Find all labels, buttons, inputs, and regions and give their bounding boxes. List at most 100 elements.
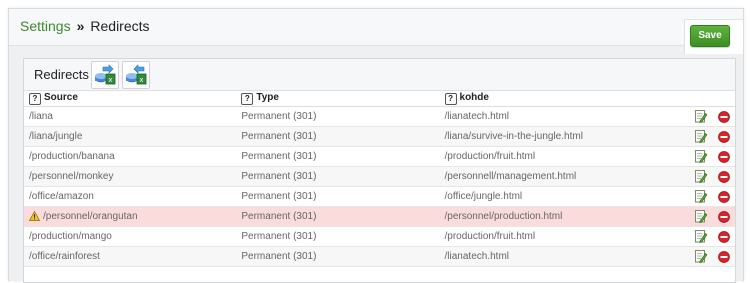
- help-icon[interactable]: ?: [444, 93, 457, 105]
- delete-icon[interactable]: [717, 150, 730, 163]
- export-button[interactable]: x: [122, 61, 150, 89]
- target-cell: /office/jungle.html: [439, 186, 690, 207]
- column-delete: [712, 91, 735, 107]
- target-text: /production/fruit.html: [444, 151, 536, 162]
- type-text: Permanent (301): [241, 251, 317, 262]
- redirects-table: ? Source ? Type ? kohde /liana Permanent (3…: [24, 91, 735, 267]
- svg-text:x: x: [108, 76, 112, 84]
- target-cell: /lianatech.html: [439, 246, 690, 267]
- target-cell: /personnell/management.html: [439, 166, 690, 187]
- type-text: Permanent (301): [241, 171, 317, 182]
- table-row[interactable]: /liana Permanent (301) /lianatech.html: [24, 106, 735, 127]
- delete-icon[interactable]: [717, 210, 730, 223]
- edit-icon[interactable]: [695, 190, 708, 203]
- column-type-label: Type: [256, 92, 279, 103]
- page: Settings » Redirects Save Redirects x x ?…: [8, 8, 744, 283]
- source-text: /production/banana: [29, 151, 115, 162]
- edit-icon[interactable]: [695, 130, 708, 143]
- source-cell: /office/rainforest: [24, 246, 237, 267]
- type-cell: Permanent (301): [236, 226, 440, 247]
- delete-icon[interactable]: [717, 170, 730, 183]
- edit-icon[interactable]: [695, 210, 708, 223]
- target-cell: /production/fruit.html: [439, 146, 690, 167]
- delete-cell: [712, 126, 735, 147]
- source-cell: /production/banana: [24, 146, 237, 167]
- column-source[interactable]: ? Source: [24, 91, 237, 107]
- edit-icon[interactable]: [695, 150, 708, 163]
- breadcrumb-settings-link[interactable]: Settings: [20, 18, 71, 34]
- type-cell: Permanent (301): [236, 186, 440, 207]
- edit-cell: [689, 226, 713, 247]
- type-text: Permanent (301): [241, 211, 317, 222]
- page-title: Redirects: [90, 18, 150, 34]
- target-text: /office/jungle.html: [444, 191, 523, 202]
- edit-cell: [689, 166, 713, 187]
- source-cell: /liana: [24, 106, 237, 127]
- source-cell: /liana/jungle: [24, 126, 237, 147]
- edit-icon[interactable]: [695, 110, 708, 123]
- type-text: Permanent (301): [241, 231, 317, 242]
- column-target-label: kohde: [459, 92, 489, 103]
- save-area: Save: [684, 19, 743, 54]
- delete-icon[interactable]: [717, 110, 730, 123]
- table-row[interactable]: /personnel/orangutan Permanent (301) /pe…: [24, 206, 735, 227]
- target-text: /personnel/production.html: [444, 211, 563, 222]
- svg-text:x: x: [139, 76, 143, 84]
- table-row[interactable]: /office/rainforest Permanent (301) /lian…: [24, 246, 735, 267]
- target-cell: /personnel/production.html: [439, 206, 690, 227]
- delete-cell: [712, 206, 735, 227]
- target-cell: /production/fruit.html: [439, 226, 690, 247]
- type-text: Permanent (301): [241, 131, 317, 142]
- help-icon[interactable]: ?: [241, 93, 254, 105]
- source-cell: /production/mango: [24, 226, 237, 247]
- table-row[interactable]: /production/banana Permanent (301) /prod…: [24, 146, 735, 167]
- save-button[interactable]: Save: [690, 25, 730, 47]
- edit-icon[interactable]: [695, 250, 708, 263]
- edit-cell: [689, 146, 713, 167]
- edit-cell: [689, 246, 713, 267]
- import-button[interactable]: x: [91, 61, 119, 89]
- delete-icon[interactable]: [717, 190, 730, 203]
- edit-icon[interactable]: [695, 230, 708, 243]
- table-row[interactable]: /office/amazon Permanent (301) /office/j…: [24, 186, 735, 207]
- table-row[interactable]: /personnel/monkey Permanent (301) /perso…: [24, 166, 735, 187]
- source-cell: /office/amazon: [24, 186, 237, 207]
- type-text: Permanent (301): [241, 111, 317, 122]
- target-text: /production/fruit.html: [444, 231, 536, 242]
- source-text: /liana/jungle: [29, 131, 83, 142]
- delete-cell: [712, 146, 735, 167]
- column-source-label: Source: [44, 92, 78, 103]
- delete-icon[interactable]: [717, 130, 730, 143]
- table-row[interactable]: /liana/jungle Permanent (301) /liana/sur…: [24, 126, 735, 147]
- source-text: /personnel/monkey: [29, 171, 114, 182]
- source-text: /production/mango: [29, 231, 112, 242]
- table-header-row: ? Source ? Type ? kohde: [24, 91, 735, 107]
- edit-cell: [689, 186, 713, 207]
- export-excel-icon: x: [126, 64, 147, 85]
- delete-icon[interactable]: [717, 230, 730, 243]
- source-text: /liana: [29, 111, 53, 122]
- type-cell: Permanent (301): [236, 106, 440, 127]
- breadcrumb: Settings » Redirects: [20, 18, 150, 34]
- delete-cell: [712, 226, 735, 247]
- type-cell: Permanent (301): [236, 126, 440, 147]
- table-row[interactable]: /production/mango Permanent (301) /produ…: [24, 226, 735, 247]
- column-type[interactable]: ? Type: [236, 91, 440, 107]
- breadcrumb-separator: »: [76, 18, 85, 34]
- delete-cell: [712, 186, 735, 207]
- delete-icon[interactable]: [717, 250, 730, 263]
- redirects-panel: Redirects x x ? Source ? Type ? kohde /l…: [23, 58, 736, 283]
- edit-icon[interactable]: [695, 170, 708, 183]
- delete-cell: [712, 106, 735, 127]
- help-icon[interactable]: ?: [29, 93, 41, 105]
- target-text: /lianatech.html: [444, 251, 509, 262]
- import-excel-icon: x: [95, 64, 116, 85]
- delete-cell: [712, 166, 735, 187]
- target-cell: /lianatech.html: [439, 106, 690, 127]
- source-text: /office/rainforest: [29, 251, 100, 262]
- column-target[interactable]: ? kohde: [439, 91, 690, 107]
- column-edit: [689, 91, 713, 107]
- type-cell: Permanent (301): [236, 166, 440, 187]
- target-text: /liana/survive-in-the-jungle.html: [444, 131, 583, 142]
- warning-icon: [29, 211, 40, 221]
